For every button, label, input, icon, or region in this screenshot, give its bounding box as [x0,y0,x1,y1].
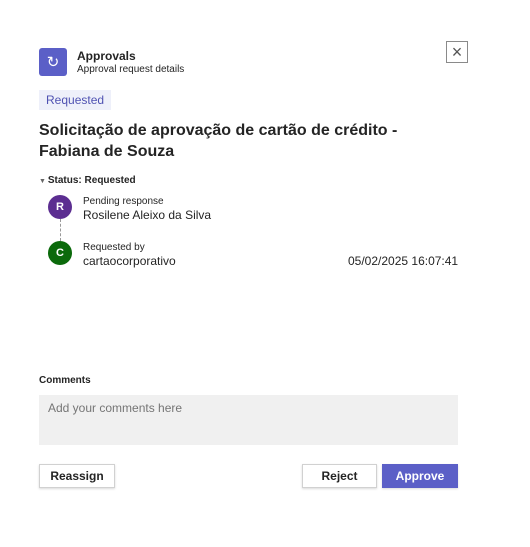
page-title: Solicitação de aprovação de cartão de cr… [39,122,398,160]
timestamp: 05/02/2025 16:07:41 [348,254,459,268]
reject-button[interactable]: Reject [302,464,377,488]
comments-label: Comments [39,375,91,386]
close-icon: × [451,41,463,62]
entry-name: Rosilene Aleixo da Silva [83,208,212,222]
entry-role: Requested by [83,242,145,253]
entry-name: cartaocorporativo [83,254,176,268]
caret-down-icon: ▼ [39,178,48,185]
status-toggle[interactable]: ▼ Status: Requested [39,175,136,186]
timeline-connector [60,219,61,241]
reassign-button[interactable]: Reassign [39,464,115,488]
app-name: Approvals [77,49,136,63]
approvals-app-icon: ↻ [39,48,67,76]
avatar: R [48,195,72,219]
entry-role: Pending response [83,196,164,207]
close-button[interactable]: × [446,41,468,63]
status-label: Status: Requested [47,175,136,186]
avatar: C [48,241,72,265]
comments-input[interactable] [39,395,458,445]
approve-button[interactable]: Approve [382,464,458,488]
app-subtitle: Approval request details [77,64,185,75]
status-badge: Requested [39,90,112,110]
